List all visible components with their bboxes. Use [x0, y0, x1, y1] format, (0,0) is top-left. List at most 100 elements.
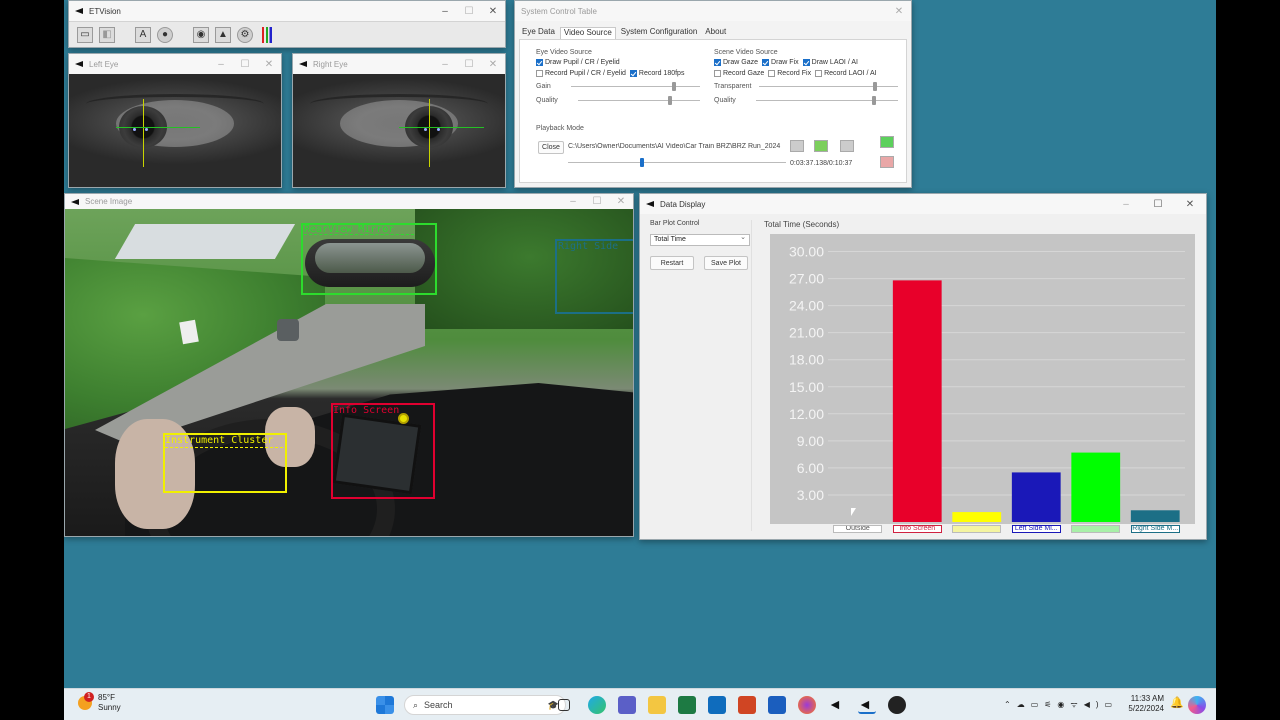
scene-video-source-group: Scene Video Source Draw Gaze Draw Fix Draw…	[714, 49, 898, 107]
etvision-logo-icon	[71, 198, 81, 206]
clock[interactable]: 11:33 AM 5/22/2024	[1104, 694, 1164, 714]
minimize-button[interactable]: –	[433, 6, 457, 17]
firefox-icon[interactable]	[798, 696, 816, 714]
step-forward-button[interactable]	[840, 140, 854, 152]
edge-icon[interactable]	[588, 696, 606, 714]
a-icon[interactable]: A	[135, 26, 151, 43]
y-tick-label: 3.00	[797, 487, 824, 503]
gear-icon[interactable]: ⚙	[237, 26, 253, 43]
system-tray-icons[interactable]: ⌃☁▭⚟◉ᯤ◀)▭	[1004, 699, 1118, 710]
eye-icon[interactable]: ◉	[193, 26, 209, 43]
play-green-button[interactable]	[880, 136, 894, 148]
tab-system-configuration[interactable]: System Configuration	[618, 27, 700, 39]
scene-image-title: Scene Image	[85, 197, 133, 206]
record-gaze-checkbox[interactable]: Record Gaze	[714, 70, 764, 77]
bar-chart-icon[interactable]	[259, 26, 275, 43]
transparent-slider[interactable]	[759, 81, 898, 91]
app-icon[interactable]	[888, 696, 906, 714]
draw-pupil-checkbox[interactable]: Draw Pupil / CR / Eyelid	[536, 59, 620, 66]
save-plot-button[interactable]: Save Plot	[704, 256, 748, 270]
record-fix-checkbox[interactable]: Record Fix	[768, 70, 811, 77]
etvision-icon[interactable]: ◄	[828, 696, 846, 714]
eye-video-source-title: Eye Video Source	[536, 49, 592, 56]
y-tick-label: 6.00	[797, 460, 824, 476]
close-playback-button[interactable]: Close	[538, 141, 564, 154]
maximize-button[interactable]: ☐	[233, 59, 257, 70]
file-explorer-icon[interactable]	[648, 696, 666, 714]
teams-icon[interactable]	[618, 696, 636, 714]
close-button[interactable]: ✕	[1174, 199, 1206, 210]
minimize-button[interactable]: –	[209, 59, 233, 70]
system-control-window: System Control Table ✕ Eye Data Video So…	[514, 0, 912, 188]
step-back-button[interactable]	[790, 140, 804, 152]
record-laoi-checkbox[interactable]: Record LAOI / AI	[815, 70, 877, 77]
eye-video-source-group: Eye Video Source Draw Pupil / CR / Eyeli…	[536, 49, 700, 107]
maximize-button[interactable]: ☐	[585, 196, 609, 207]
tab-eye-data[interactable]: Eye Data	[519, 27, 558, 39]
copilot-icon[interactable]	[1188, 696, 1206, 714]
taskbar-search[interactable]: ⌕ Search 🎓	[404, 695, 566, 715]
gain-row: Gain	[536, 79, 700, 93]
word-icon[interactable]	[768, 696, 786, 714]
close-button[interactable]: ✕	[257, 59, 281, 70]
weather-badge: 1	[84, 692, 94, 702]
playback-knob[interactable]	[639, 158, 644, 167]
data-display-body: Bar Plot Control Total Time Restart Save…	[640, 214, 1206, 539]
image-icon[interactable]: ▲	[215, 26, 231, 43]
system-control-titlebar: System Control Table ✕	[515, 1, 911, 21]
etvision-icon-2[interactable]: ◄	[858, 696, 876, 714]
maximize-button[interactable]: ☐	[457, 6, 481, 17]
draw-gaze-checkbox[interactable]: Draw Gaze	[714, 59, 758, 66]
playback-slider[interactable]	[568, 158, 786, 167]
metric-select[interactable]: Total Time	[650, 233, 750, 246]
maximize-button[interactable]: ☐	[1142, 199, 1174, 210]
data-display-title: Data Display	[660, 199, 706, 209]
search-icon: ⌕	[413, 699, 419, 710]
camera-icon[interactable]: ◧	[99, 26, 115, 43]
eye-quality-slider[interactable]	[577, 95, 700, 105]
playback-group: Playback Mode	[536, 125, 896, 180]
gain-slider[interactable]	[570, 81, 700, 91]
close-button[interactable]: ✕	[481, 59, 505, 70]
scene-video-frame: RearView Mirror Right Side Info Screen I…	[65, 209, 633, 536]
draw-fix-checkbox[interactable]: Draw Fix	[762, 59, 799, 66]
close-button[interactable]: ✕	[887, 6, 911, 17]
outlook-icon[interactable]	[708, 696, 726, 714]
folder-icon[interactable]: ▭	[77, 26, 93, 43]
excel-icon[interactable]	[678, 696, 696, 714]
minimize-button[interactable]: –	[561, 196, 585, 207]
y-tick-label: 12.00	[789, 406, 824, 422]
record-pupil-checkbox[interactable]: Record Pupil / CR / Eyelid	[536, 70, 626, 77]
legend-item-5: Right Side M...	[1130, 525, 1180, 533]
record-icon[interactable]: ●	[157, 26, 173, 43]
y-tick-label: 15.00	[789, 379, 824, 395]
close-button[interactable]: ✕	[609, 196, 633, 207]
draw-laoi-checkbox[interactable]: Draw LAOI / AI	[802, 59, 858, 66]
powerpoint-icon[interactable]	[738, 696, 756, 714]
notification-bell-icon[interactable]: 🔔	[1168, 696, 1186, 714]
start-icon[interactable]	[376, 696, 394, 714]
weather-widget[interactable]: 1 85°F Sunny	[78, 692, 121, 713]
bar-plot-control-label: Bar Plot Control	[650, 220, 700, 227]
scene-quality-slider[interactable]	[755, 95, 898, 105]
record-180fps-checkbox[interactable]: Record 180fps	[629, 70, 684, 77]
task-view-icon[interactable]	[558, 699, 570, 711]
stop-red-button[interactable]	[880, 156, 894, 168]
restart-button[interactable]: Restart	[650, 256, 694, 270]
eye-quality-row: Quality	[536, 93, 700, 107]
minimize-button[interactable]: –	[433, 59, 457, 70]
left-eye-image	[69, 74, 281, 187]
minimize-button[interactable]: –	[1110, 199, 1142, 210]
tab-video-source[interactable]: Video Source	[559, 27, 616, 39]
pause-button[interactable]	[814, 140, 828, 152]
close-button[interactable]: ✕	[481, 6, 505, 17]
tab-about[interactable]: About	[702, 27, 729, 39]
y-tick-label: 30.00	[789, 244, 824, 260]
maximize-button[interactable]: ☐	[457, 59, 481, 70]
video-path-field[interactable]: C:\Users\Owner\Documents\AI Video\Car Tr…	[568, 143, 786, 150]
legend-item-4	[1071, 525, 1121, 533]
legend-item-2	[952, 525, 1002, 533]
scene-video-source-title: Scene Video Source	[714, 49, 778, 56]
legend-item-0: Outside	[833, 525, 883, 533]
etvision-titlebar: ETVision – ☐ ✕	[69, 1, 505, 21]
